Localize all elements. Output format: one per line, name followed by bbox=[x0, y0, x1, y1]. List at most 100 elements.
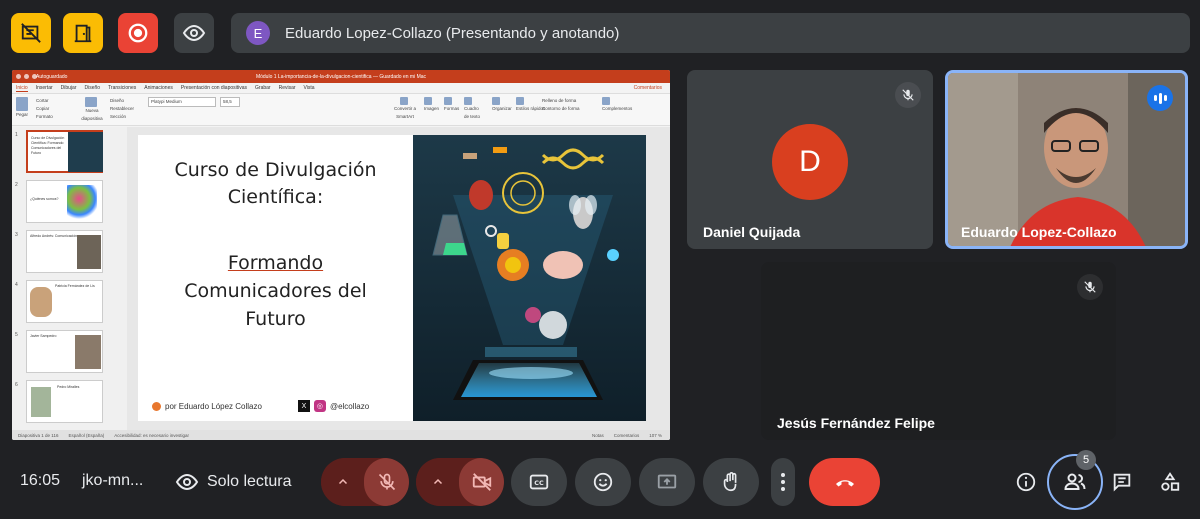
thumb-number: 5 bbox=[15, 332, 18, 338]
quick-styles-label[interactable]: Estilos rápidos bbox=[516, 105, 545, 113]
camera-toggle-button[interactable] bbox=[459, 458, 504, 506]
chevron-up-icon bbox=[433, 478, 442, 485]
view-toggle-button[interactable] bbox=[174, 13, 214, 53]
ppt-tab[interactable]: Diseño bbox=[84, 85, 100, 91]
new-slide-label[interactable]: Nueva diapositiva bbox=[80, 107, 104, 123]
ppt-doc-title: Módulo 1 La-importancia-de-la-divulgacio… bbox=[255, 73, 427, 80]
leave-annotation-button[interactable] bbox=[63, 13, 103, 53]
chevron-up-icon bbox=[338, 478, 347, 485]
ppt-tab[interactable]: Transiciones bbox=[108, 85, 136, 91]
ppt-tab[interactable]: Dibujar bbox=[61, 85, 77, 91]
status-comments-button[interactable]: Comentarios bbox=[614, 433, 640, 438]
ppt-statusbar: Diapositiva 1 de 116 Español (España) Ac… bbox=[12, 430, 670, 440]
author-logo-icon bbox=[152, 401, 161, 411]
slide-thumbnail[interactable]: Javier Sampedro bbox=[26, 330, 103, 373]
more-options-button[interactable] bbox=[771, 458, 795, 506]
record-icon bbox=[128, 23, 148, 43]
activities-button[interactable] bbox=[1150, 462, 1190, 502]
accessibility-label[interactable]: Accesibilidad: es necesario investigar bbox=[114, 433, 189, 438]
textbox-label[interactable]: Cuadro de texto bbox=[464, 105, 484, 121]
ppt-tab[interactable]: Presentación con diapositivas bbox=[181, 85, 247, 91]
emoji-icon bbox=[593, 472, 613, 492]
ppt-tab[interactable]: Vista bbox=[304, 85, 315, 91]
chat-button[interactable] bbox=[1102, 462, 1142, 502]
present-screen-button[interactable] bbox=[639, 458, 695, 506]
ppt-comments-button[interactable]: Comentarios bbox=[634, 85, 662, 91]
thumb-number: 3 bbox=[15, 232, 18, 238]
presenter-label: Eduardo Lopez-Collazo (Presentando y ano… bbox=[285, 24, 620, 42]
ppt-tab[interactable]: Insertar bbox=[36, 85, 53, 91]
read-only-indicator: Solo lectura bbox=[175, 470, 292, 494]
format-label[interactable]: Formato bbox=[36, 113, 53, 121]
annotation-off-icon bbox=[21, 23, 41, 43]
end-call-button[interactable] bbox=[809, 458, 880, 506]
current-slide[interactable]: Curso de Divulgación Científica: Formand… bbox=[138, 135, 646, 421]
reactions-button[interactable] bbox=[575, 458, 631, 506]
x-logo-icon: X bbox=[297, 400, 310, 412]
present-screen-icon bbox=[657, 474, 677, 489]
presenter-avatar: E bbox=[246, 21, 270, 45]
paste-label[interactable]: Pegar bbox=[16, 111, 30, 119]
camera-options-button[interactable] bbox=[416, 458, 460, 506]
thumb-number: 2 bbox=[15, 182, 18, 188]
notes-button[interactable]: Notas bbox=[592, 433, 604, 438]
slide-thumbnail[interactable]: Pedro Miralles bbox=[26, 380, 103, 423]
presenter-banner: E Eduardo Lopez-Collazo (Presentando y a… bbox=[231, 13, 1190, 53]
stop-annotation-button[interactable] bbox=[11, 13, 51, 53]
science-tablet-illustration bbox=[413, 135, 646, 421]
clock: 16:05 bbox=[20, 472, 61, 489]
thumb-number: 4 bbox=[15, 282, 18, 288]
ppt-tab[interactable]: Grabar bbox=[255, 85, 271, 91]
mic-toggle-button[interactable] bbox=[364, 458, 409, 506]
svg-text:CC: CC bbox=[534, 479, 544, 487]
captions-button[interactable]: CC bbox=[511, 458, 567, 506]
font-size-select[interactable]: 58,5 bbox=[220, 97, 240, 107]
mic-options-button[interactable] bbox=[321, 458, 365, 506]
recording-button[interactable] bbox=[118, 13, 158, 53]
arrange-label[interactable]: Organizar bbox=[492, 105, 512, 113]
copy-label[interactable]: Copiar bbox=[36, 105, 53, 113]
raise-hand-button[interactable] bbox=[703, 458, 759, 506]
people-icon bbox=[1064, 473, 1086, 490]
shape-fill-label[interactable]: Relleno de forma bbox=[542, 97, 580, 105]
slide-thumbnail[interactable]: Patricia Fernández de Lis bbox=[26, 280, 103, 323]
social-handle: @elcollazo bbox=[329, 401, 370, 411]
addins-label[interactable]: Complementos bbox=[602, 105, 632, 113]
image-label[interactable]: Imagen bbox=[424, 105, 439, 113]
participant-tile-active-speaker[interactable]: Eduardo Lopez-Collazo bbox=[945, 70, 1188, 249]
cut-label[interactable]: Cortar bbox=[36, 97, 53, 105]
participant-name: Jesús Fernández Felipe bbox=[777, 415, 935, 431]
people-count-badge: 5 bbox=[1076, 450, 1096, 470]
participant-tile[interactable]: Jesús Fernández Felipe bbox=[761, 262, 1116, 440]
info-icon bbox=[1016, 472, 1036, 492]
zoom-level[interactable]: 107 % bbox=[649, 433, 662, 438]
meeting-info-button[interactable] bbox=[1006, 462, 1046, 502]
slide-author: por Eduardo López Collazo bbox=[165, 401, 262, 411]
section-label[interactable]: Sección bbox=[110, 113, 134, 121]
camera-off-icon bbox=[472, 473, 491, 491]
participant-avatar: D bbox=[772, 124, 848, 200]
smartart-label[interactable]: Convertir a SmartArt bbox=[392, 105, 418, 121]
ppt-tab[interactable]: Animaciones bbox=[144, 85, 173, 91]
font-select[interactable]: Platypi Medium bbox=[148, 97, 216, 107]
layout-label[interactable]: Diseño bbox=[110, 97, 134, 105]
slide-thumbnail[interactable]: Curso de Divulgación Científica: Formand… bbox=[26, 130, 103, 173]
meeting-code[interactable]: jko-mn... bbox=[82, 472, 143, 490]
hang-up-icon bbox=[835, 480, 854, 487]
language-label: Español (España) bbox=[68, 432, 105, 438]
slide-footer: por Eduardo López Collazo X ◎ @elcollazo bbox=[152, 400, 369, 412]
participant-name: Eduardo Lopez-Collazo bbox=[961, 224, 1117, 240]
shapes-label[interactable]: Formas bbox=[444, 105, 459, 113]
participant-tile[interactable]: D Daniel Quijada bbox=[687, 70, 933, 249]
mic-off-icon bbox=[895, 82, 921, 108]
ppt-tab[interactable]: Inicio bbox=[16, 85, 28, 92]
slide-thumbnail[interactable]: Alfredo Andrés: Comunicación bbox=[26, 230, 103, 273]
shape-outline-label[interactable]: Contorno de forma bbox=[542, 105, 580, 113]
slide-editor: Curso de Divulgación Científica: Formand… bbox=[127, 127, 670, 430]
reset-label[interactable]: Restablecer bbox=[110, 105, 134, 113]
slide-title: Curso de Divulgación Científica: bbox=[174, 159, 377, 208]
slide-thumbnail[interactable]: ¿Quiénes somos? bbox=[26, 180, 103, 223]
autosave-label: Autoguardado bbox=[36, 73, 68, 80]
eye-icon bbox=[175, 473, 199, 491]
ppt-tab[interactable]: Revisar bbox=[279, 85, 296, 91]
